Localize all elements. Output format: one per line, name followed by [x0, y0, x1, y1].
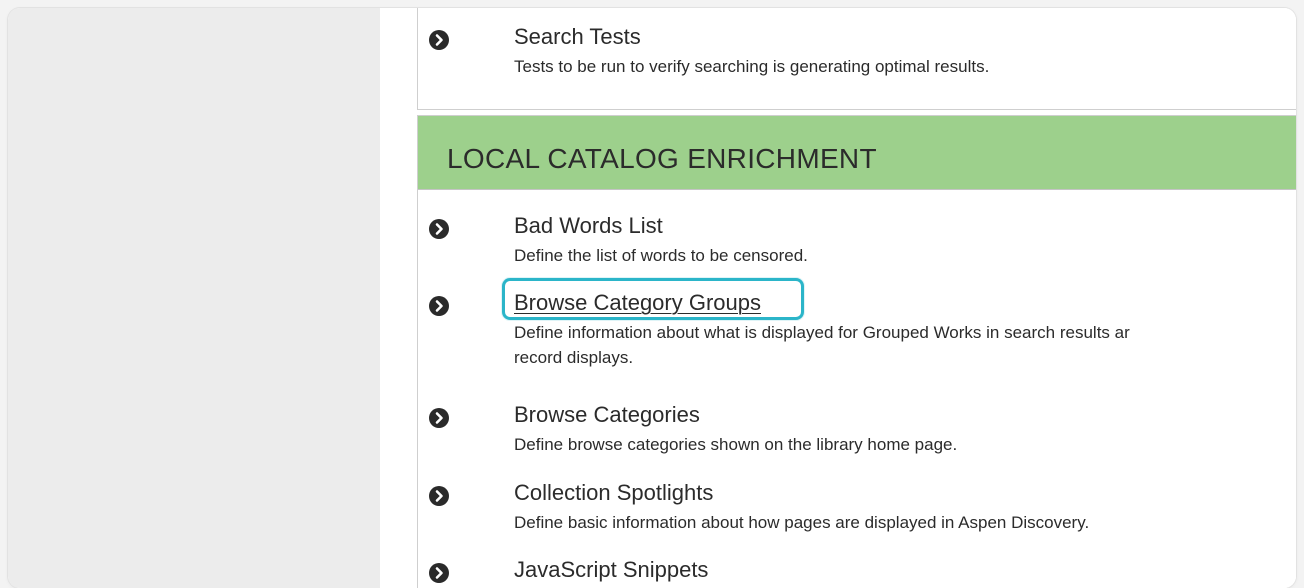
chevron-circle-right-icon: [429, 486, 449, 506]
item-title-bad-words-list[interactable]: Bad Words List: [514, 213, 663, 239]
search-section-panel: Search Tests Tests to be run to verify s…: [417, 8, 1296, 110]
item-title-javascript-snippets[interactable]: JavaScript Snippets: [514, 557, 708, 583]
item-description: Define the list of words to be censored.: [514, 246, 808, 265]
item-title-search-tests[interactable]: Search Tests: [514, 24, 641, 50]
item-title-browse-category-groups[interactable]: Browse Category Groups: [514, 290, 761, 316]
section-header: LOCAL CATALOG ENRICHMENT: [418, 116, 1296, 190]
item-description: Tests to be run to verify searching is g…: [514, 57, 990, 76]
admin-content: Search Tests Tests to be run to verify s…: [380, 8, 1296, 588]
sidebar: [8, 8, 380, 588]
item-title-browse-categories[interactable]: Browse Categories: [514, 402, 700, 428]
chevron-circle-right-icon: [429, 30, 449, 50]
item-description-line-2: record displays.: [514, 348, 634, 367]
chevron-circle-right-icon: [429, 408, 449, 428]
chevron-circle-right-icon: [429, 296, 449, 316]
item-description: Define browse categories shown on the li…: [514, 435, 958, 454]
chevron-circle-right-icon: [429, 563, 449, 583]
item-description-line-1: Define information about what is display…: [514, 323, 1130, 342]
item-title-collection-spotlights[interactable]: Collection Spotlights: [514, 480, 713, 506]
local-catalog-enrichment-panel: LOCAL CATALOG ENRICHMENT Bad Words List …: [417, 115, 1296, 588]
browser-frame: Search Tests Tests to be run to verify s…: [8, 8, 1296, 588]
item-description: Define basic information about how pages…: [514, 513, 1090, 532]
chevron-circle-right-icon: [429, 219, 449, 239]
section-title: LOCAL CATALOG ENRICHMENT: [447, 143, 877, 174]
